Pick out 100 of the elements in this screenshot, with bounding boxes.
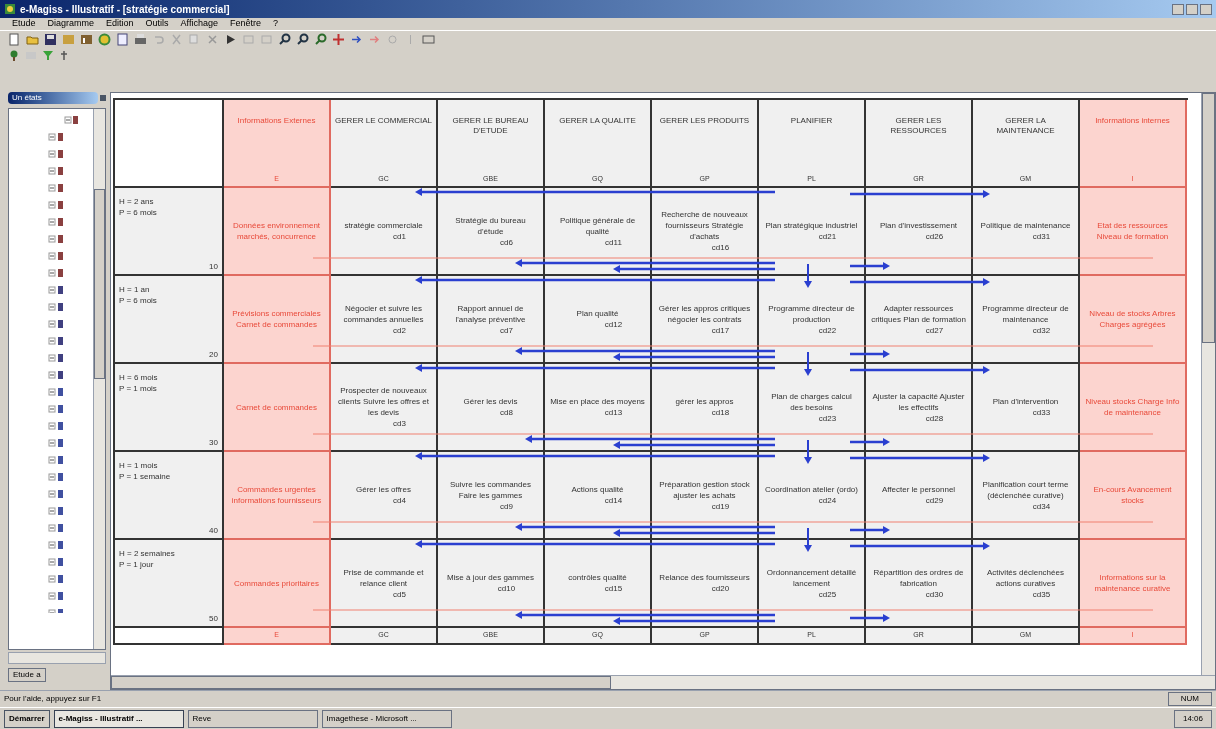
column-title: GERER LE COMMERCIAL [335, 116, 432, 126]
activity-label: Planification court terme (déclenchée curative) [981, 478, 1070, 501]
activity-code: cd24 [818, 495, 837, 506]
maximize-button[interactable] [1186, 3, 1198, 15]
activity-label: Commandes urgentes informations fournisseurs [230, 484, 323, 506]
horizontal-scrollbar[interactable] [111, 675, 1215, 689]
activity-label: Mise en place des moyens [550, 396, 645, 407]
activity-code: cd16 [711, 242, 730, 253]
activity-label: Informations sur la maintenance curative [1093, 572, 1172, 594]
column-title: GERER LES RESSOURCES [889, 116, 948, 136]
document-icon[interactable] [116, 33, 129, 46]
zoom-icon[interactable] [296, 33, 309, 46]
activity-code: cd14 [604, 495, 623, 506]
activity-code: cd25 [818, 588, 837, 600]
status-text: Pour l'aide, appuyez sur F1 [4, 693, 102, 705]
tree-icon[interactable] [8, 49, 20, 61]
period-label: P = 1 semaine [119, 471, 172, 482]
menu-item[interactable]: Diagramme [47, 17, 95, 31]
taskbar-button[interactable]: Imagethese - Microsoft ... [321, 709, 452, 728]
level-number: 40 [209, 525, 218, 536]
activity-code: cd27 [925, 324, 944, 336]
activity-label: Plan stratégique industriel [765, 220, 858, 231]
activity-label: Relance des fournisseurs [659, 572, 750, 583]
flow-arrow [804, 351, 812, 376]
flow-arrow [804, 263, 812, 288]
print-icon[interactable] [134, 33, 147, 46]
save-icon[interactable] [44, 33, 57, 46]
activity-code: cd32 [1032, 324, 1051, 336]
column-title: GERER LA MAINTENANCE [995, 116, 1056, 136]
pin-icon[interactable] [59, 49, 69, 61]
arrow-icon[interactable] [350, 33, 363, 46]
activity-code: cd23 [818, 412, 837, 424]
vertical-scrollbar[interactable] [93, 109, 105, 649]
panel-tab[interactable]: Etude a [8, 668, 46, 682]
activity-code: cd34 [1032, 500, 1051, 512]
level-number: 10 [209, 261, 218, 272]
column-title: GERER LE BUREAU D'ETUDE [451, 116, 530, 136]
menu-item[interactable]: Affichage [180, 17, 218, 31]
activity-code: cd7 [500, 324, 513, 336]
horizon-label: H = 1 an [119, 284, 151, 295]
menu-item[interactable]: Edition [106, 17, 134, 31]
activity-label: Plan d'intervention [992, 396, 1059, 407]
activity-label: Plan qualité [576, 308, 619, 319]
column-title: GERER LA QUALITE [559, 116, 636, 126]
activity-label: Carnet de commandes [236, 401, 317, 413]
horizontal-scrollbar[interactable] [8, 652, 106, 664]
menu-item[interactable]: Fenêtre [229, 17, 261, 31]
activity-label: Actions qualité [571, 484, 624, 495]
menu-item[interactable]: Etude [12, 17, 36, 31]
activity-code: cd3 [393, 418, 406, 429]
activity-label: Commandes prioritaires [234, 577, 319, 589]
activity-label: Mise à jour des gammes [446, 572, 535, 583]
activity-label: Affecter le personnel [881, 484, 956, 495]
activity-label: contrôles qualité [568, 572, 627, 583]
menu-item[interactable]: ? [273, 17, 278, 31]
vertical-scrollbar[interactable] [1201, 93, 1215, 675]
activity-code: cd6 [500, 236, 513, 248]
activity-code: cd22 [818, 324, 837, 336]
activity-label: Politique de maintenance [980, 220, 1071, 231]
activity-label: Coordination atelier (ordo) [765, 484, 858, 495]
activity-label: gérer les appros [675, 396, 734, 407]
close-button[interactable] [1200, 3, 1212, 15]
period-label: P = 6 mois [119, 207, 158, 218]
activity-code: cd29 [925, 495, 944, 506]
activity-code: cd1 [393, 231, 406, 242]
activity-code: cd30 [925, 588, 944, 600]
start-button[interactable]: Démarrer [4, 709, 50, 728]
folder-icon[interactable] [26, 33, 39, 46]
column-title: PLANIFIER [790, 116, 833, 126]
flow-arrow [804, 527, 812, 552]
activity-code: cd35 [1032, 588, 1051, 600]
activity-code: cd21 [818, 231, 837, 242]
clock-text: 14:06 [1182, 712, 1203, 725]
move-icon[interactable] [332, 33, 345, 46]
activity-code: cd4 [393, 495, 406, 506]
activity-code: cd31 [1032, 231, 1051, 242]
taskbar-button[interactable]: Reve [187, 709, 318, 728]
activity-code: cd8 [500, 407, 513, 418]
minimize-button[interactable] [1172, 3, 1184, 15]
flow-arrow [804, 439, 812, 464]
activity-code: cd33 [1032, 407, 1051, 418]
activity-code: cd10 [497, 583, 516, 594]
activity-label: Niveau stocks Charge Info de maintenance [1085, 396, 1180, 418]
play-icon[interactable] [224, 33, 237, 46]
refresh-icon[interactable] [98, 33, 111, 46]
filter-icon[interactable] [42, 49, 54, 61]
zoom-icon[interactable] [314, 33, 327, 46]
frame-icon[interactable] [422, 33, 435, 46]
new-file-icon[interactable] [8, 33, 21, 46]
activity-label: stratégie commerciale [344, 220, 423, 231]
activity-label: Données environnement marchés, concurrence [231, 220, 322, 242]
level-number: 20 [209, 349, 218, 360]
delete-icon[interactable] [206, 33, 219, 46]
activity-code: cd28 [925, 412, 944, 424]
activity-code: cd12 [604, 319, 623, 330]
menu-item[interactable]: Outils [145, 17, 169, 31]
horizon-label: H = 1 mois [119, 460, 159, 471]
taskbar-button[interactable]: e-Magiss - Illustratif ... [53, 709, 184, 728]
flow-arrow [850, 526, 890, 534]
zoom-icon[interactable] [278, 33, 291, 46]
